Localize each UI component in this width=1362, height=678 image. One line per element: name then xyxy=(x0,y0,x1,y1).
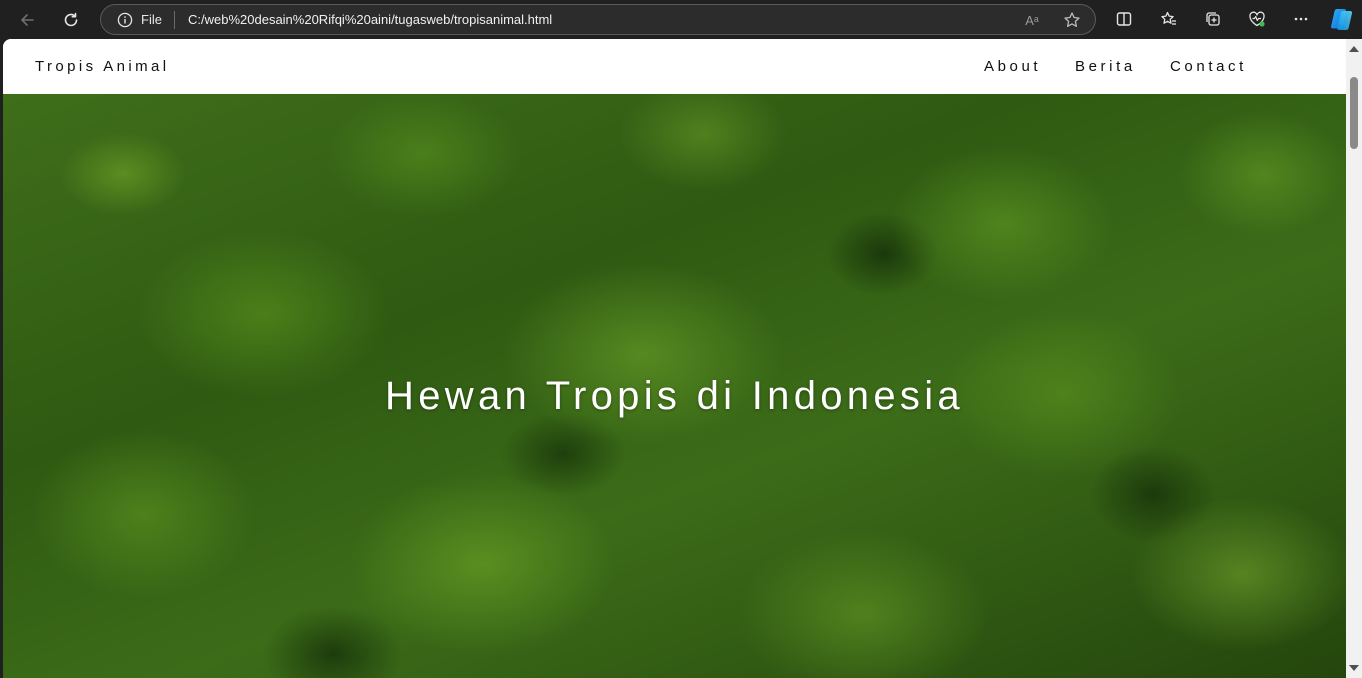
favorite-star-icon[interactable] xyxy=(1063,11,1081,29)
reload-icon xyxy=(64,12,78,27)
address-bar[interactable]: File C:/web%20desain%20Rifqi%20aini/tuga… xyxy=(100,4,1096,35)
address-separator xyxy=(174,11,175,29)
page-viewport: Tropis Animal About Berita Contact Hewan… xyxy=(3,39,1346,678)
scroll-down-arrow-icon[interactable] xyxy=(1349,665,1359,671)
browser-toolbar: File C:/web%20desain%20Rifqi%20aini/tuga… xyxy=(0,0,1362,39)
favorites-icon[interactable] xyxy=(1158,8,1180,30)
nav-link-berita[interactable]: Berita xyxy=(1075,58,1136,75)
back-arrow-icon xyxy=(21,14,34,26)
scrollbar-thumb[interactable] xyxy=(1350,77,1358,149)
hero-forest-image: Hewan Tropis di Indonesia xyxy=(3,94,1346,678)
address-url[interactable]: C:/web%20desain%20Rifqi%20aini/tugasweb/… xyxy=(188,12,552,27)
scroll-up-arrow-icon[interactable] xyxy=(1349,46,1359,52)
site-brand[interactable]: Tropis Animal xyxy=(35,58,170,75)
back-button[interactable] xyxy=(13,6,41,34)
site-navbar: Tropis Animal About Berita Contact xyxy=(3,39,1346,94)
reload-button[interactable] xyxy=(57,6,85,34)
browser-essentials-icon[interactable] xyxy=(1246,8,1268,30)
address-scheme: File xyxy=(141,12,162,27)
more-options-icon[interactable] xyxy=(1290,8,1312,30)
vertical-scrollbar[interactable] xyxy=(1346,39,1362,678)
split-screen-icon[interactable] xyxy=(1113,8,1135,30)
info-icon[interactable] xyxy=(117,12,133,28)
nav-link-contact[interactable]: Contact xyxy=(1170,58,1247,75)
read-aloud-icon[interactable]: Aᵃ xyxy=(1023,11,1041,29)
copilot-icon[interactable] xyxy=(1329,6,1355,32)
hero-title: Hewan Tropis di Indonesia xyxy=(385,374,964,418)
nav-link-about[interactable]: About xyxy=(984,58,1041,75)
collections-icon[interactable] xyxy=(1202,8,1224,30)
